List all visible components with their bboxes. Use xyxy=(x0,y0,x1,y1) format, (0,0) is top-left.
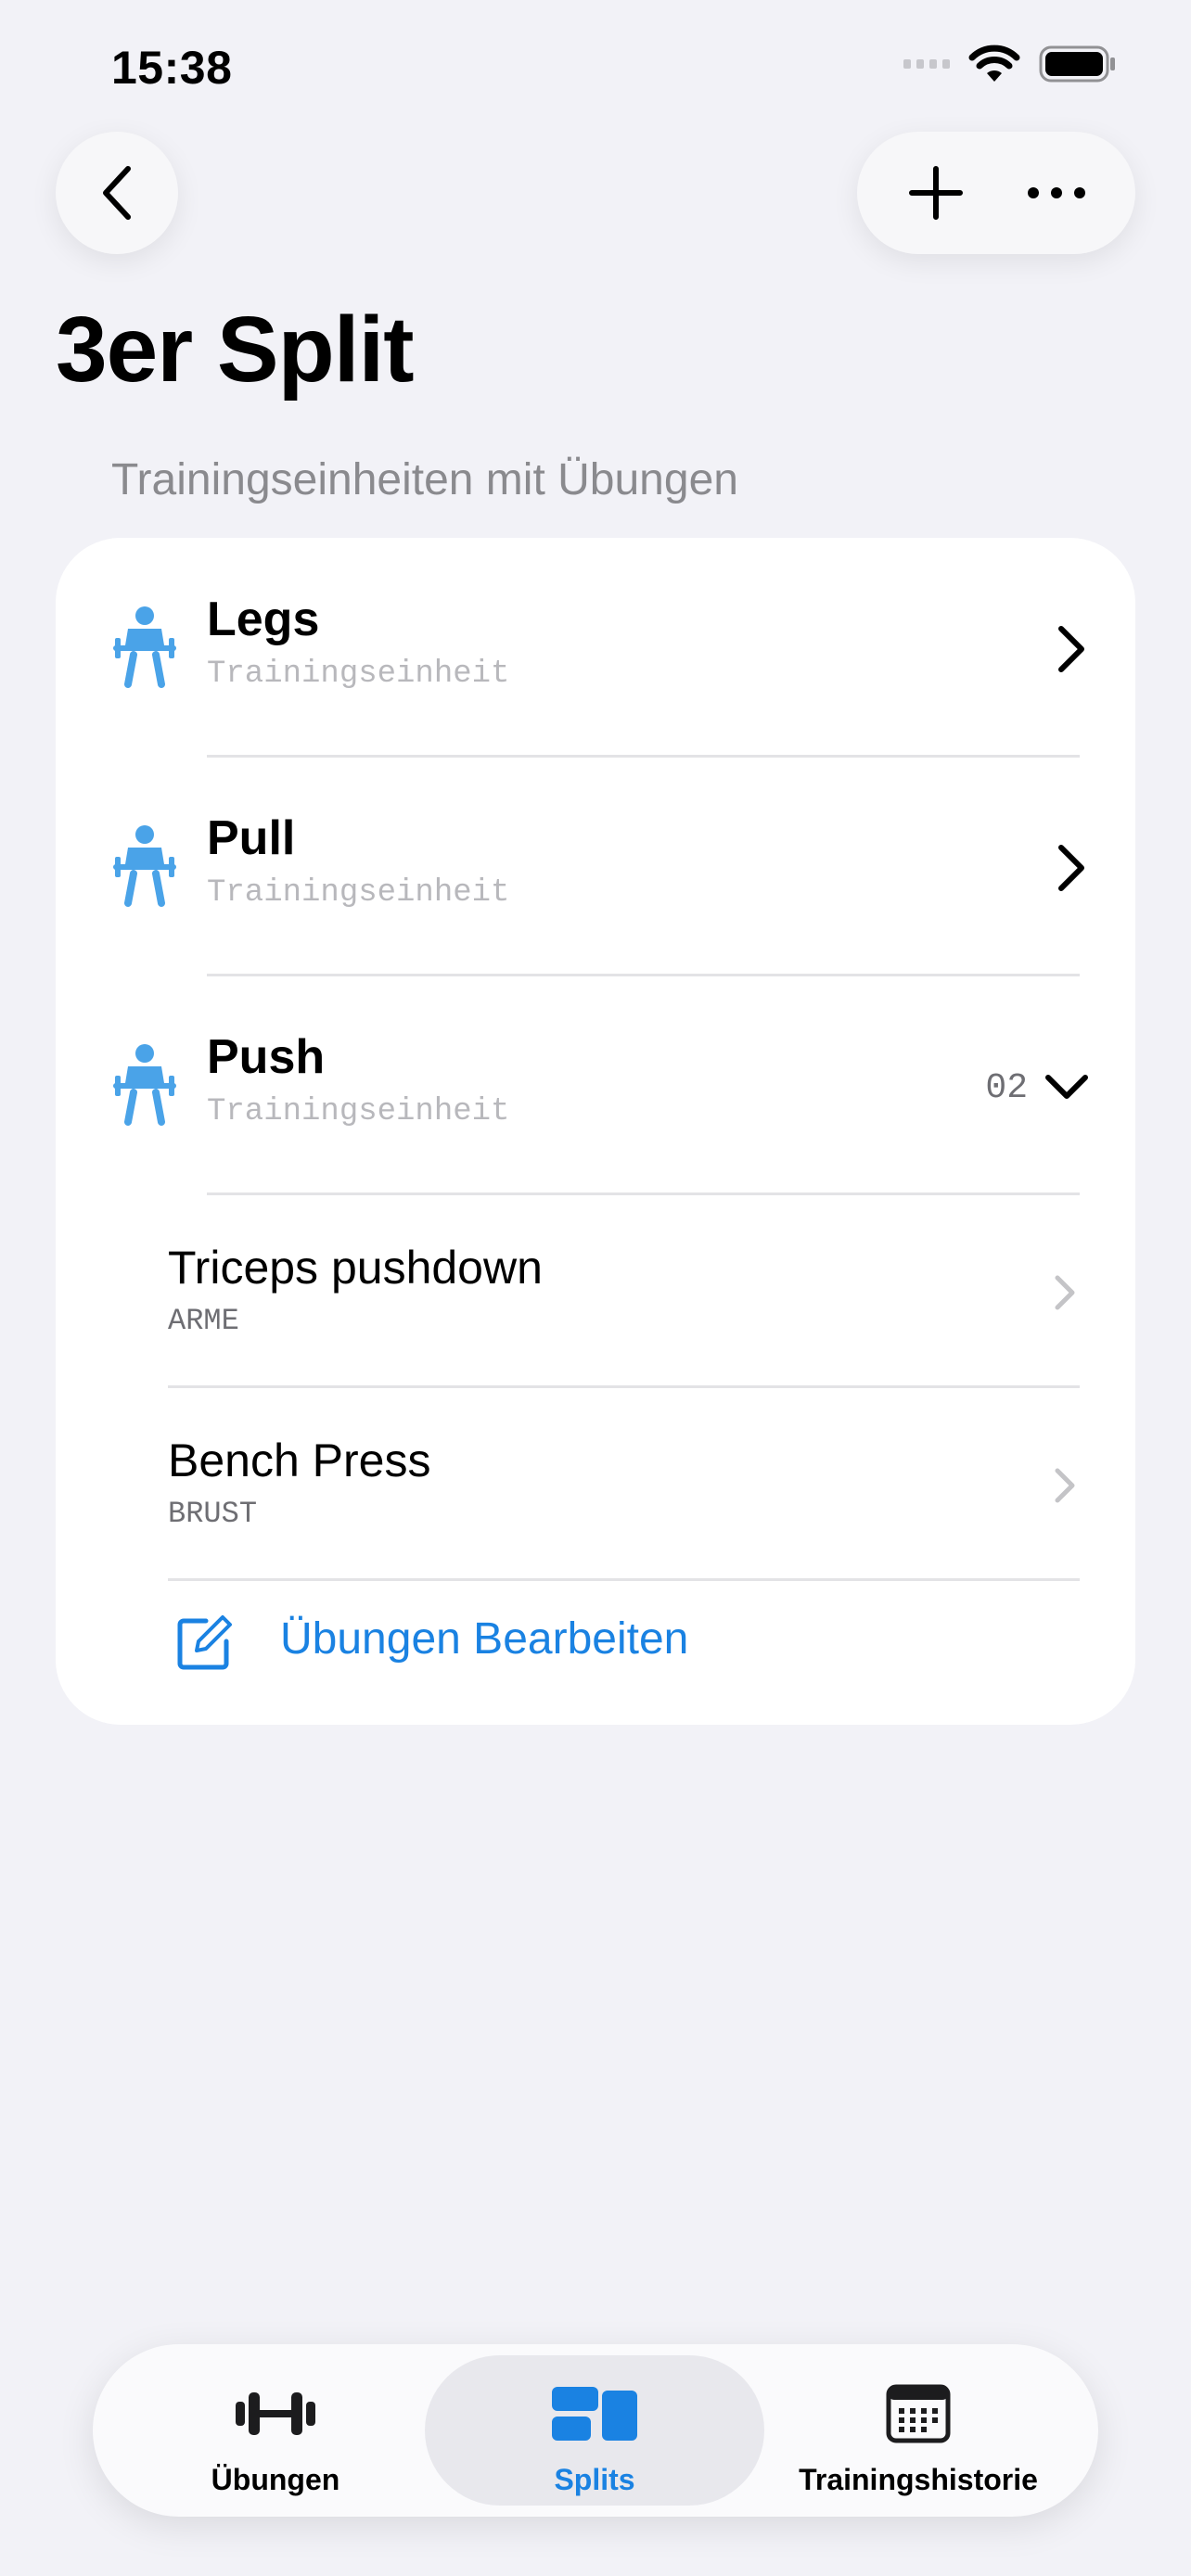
session-subtitle: Trainingseinheit xyxy=(207,875,510,911)
tab-trainingshistorie[interactable]: Trainingshistorie xyxy=(761,2344,1076,2517)
session-title: Legs xyxy=(207,593,320,646)
weightlifter-icon xyxy=(113,606,176,688)
page-title: 3er Split xyxy=(56,298,415,402)
exercise-title: Bench Press xyxy=(168,1435,431,1486)
tab-label: Trainingshistorie xyxy=(799,2463,1038,2496)
exercise-row-triceps-pushdown[interactable]: Triceps pushdown ARME xyxy=(56,1194,1135,1387)
exercise-category: ARME xyxy=(168,1304,239,1338)
chevron-down-icon xyxy=(1045,1075,1088,1099)
sessions-card: Legs Trainingseinheit Pull Trainingseinh… xyxy=(56,538,1135,1725)
tab-label: Splits xyxy=(554,2463,635,2496)
section-header: Trainingseinheiten mit Übungen xyxy=(111,455,738,504)
status-time: 15:38 xyxy=(111,42,233,94)
more-button[interactable] xyxy=(1010,147,1103,239)
exercise-count: 02 xyxy=(985,1068,1028,1108)
session-title: Push xyxy=(207,1030,326,1084)
square-pencil-icon xyxy=(177,1615,232,1670)
calendar-icon xyxy=(872,2381,965,2446)
status-indicators xyxy=(903,45,1117,83)
divider xyxy=(168,1578,1080,1581)
splits-icon xyxy=(548,2381,641,2446)
wifi-icon xyxy=(968,45,1020,82)
tab-label: Übungen xyxy=(211,2463,340,2496)
session-row-push[interactable]: Push Trainingseinheit 02 xyxy=(56,976,1135,1194)
chevron-right-icon xyxy=(1055,1275,1075,1310)
dumbbell-icon xyxy=(229,2381,322,2446)
chevron-left-icon xyxy=(103,166,131,220)
add-button[interactable] xyxy=(890,147,982,239)
exercise-category: BRUST xyxy=(168,1497,258,1531)
tab-uebungen[interactable]: Übungen xyxy=(121,2344,430,2517)
session-subtitle: Trainingseinheit xyxy=(207,1094,510,1129)
ellipsis-icon xyxy=(1028,187,1085,198)
session-row-pull[interactable]: Pull Trainingseinheit xyxy=(56,757,1135,976)
chevron-right-icon xyxy=(1058,845,1084,891)
plus-icon xyxy=(909,166,963,220)
edit-exercises-button[interactable]: Übungen Bearbeiten xyxy=(56,1586,1135,1706)
session-title: Pull xyxy=(207,811,296,865)
edit-exercises-label: Übungen Bearbeiten xyxy=(280,1614,689,1664)
tab-splits[interactable]: Splits xyxy=(425,2344,764,2517)
session-row-legs[interactable]: Legs Trainingseinheit xyxy=(56,538,1135,757)
toolbar-actions xyxy=(857,132,1135,254)
session-subtitle: Trainingseinheit xyxy=(207,657,510,692)
weightlifter-icon xyxy=(113,825,176,907)
chevron-right-icon xyxy=(1058,626,1084,672)
battery-icon xyxy=(1039,45,1115,83)
chevron-right-icon xyxy=(1055,1468,1075,1503)
exercise-row-bench-press[interactable]: Bench Press BRUST xyxy=(56,1387,1135,1580)
weightlifter-icon xyxy=(113,1044,176,1126)
tab-bar: Übungen Splits Trainingshistorie xyxy=(93,2344,1098,2517)
cellular-signal-icon xyxy=(903,59,950,69)
back-button[interactable] xyxy=(56,132,178,254)
exercise-title: Triceps pushdown xyxy=(168,1242,543,1294)
